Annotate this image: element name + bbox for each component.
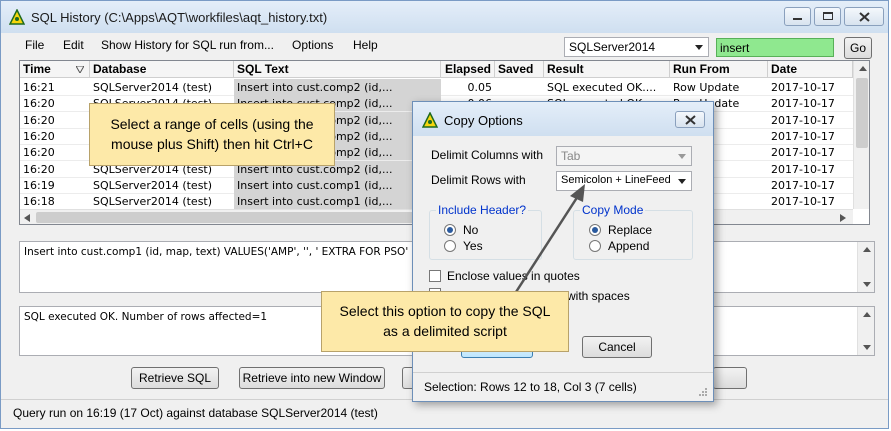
callout-delimited-option: Select this option to copy the SQL as a … [321, 291, 569, 352]
callout-arrow [514, 184, 585, 293]
